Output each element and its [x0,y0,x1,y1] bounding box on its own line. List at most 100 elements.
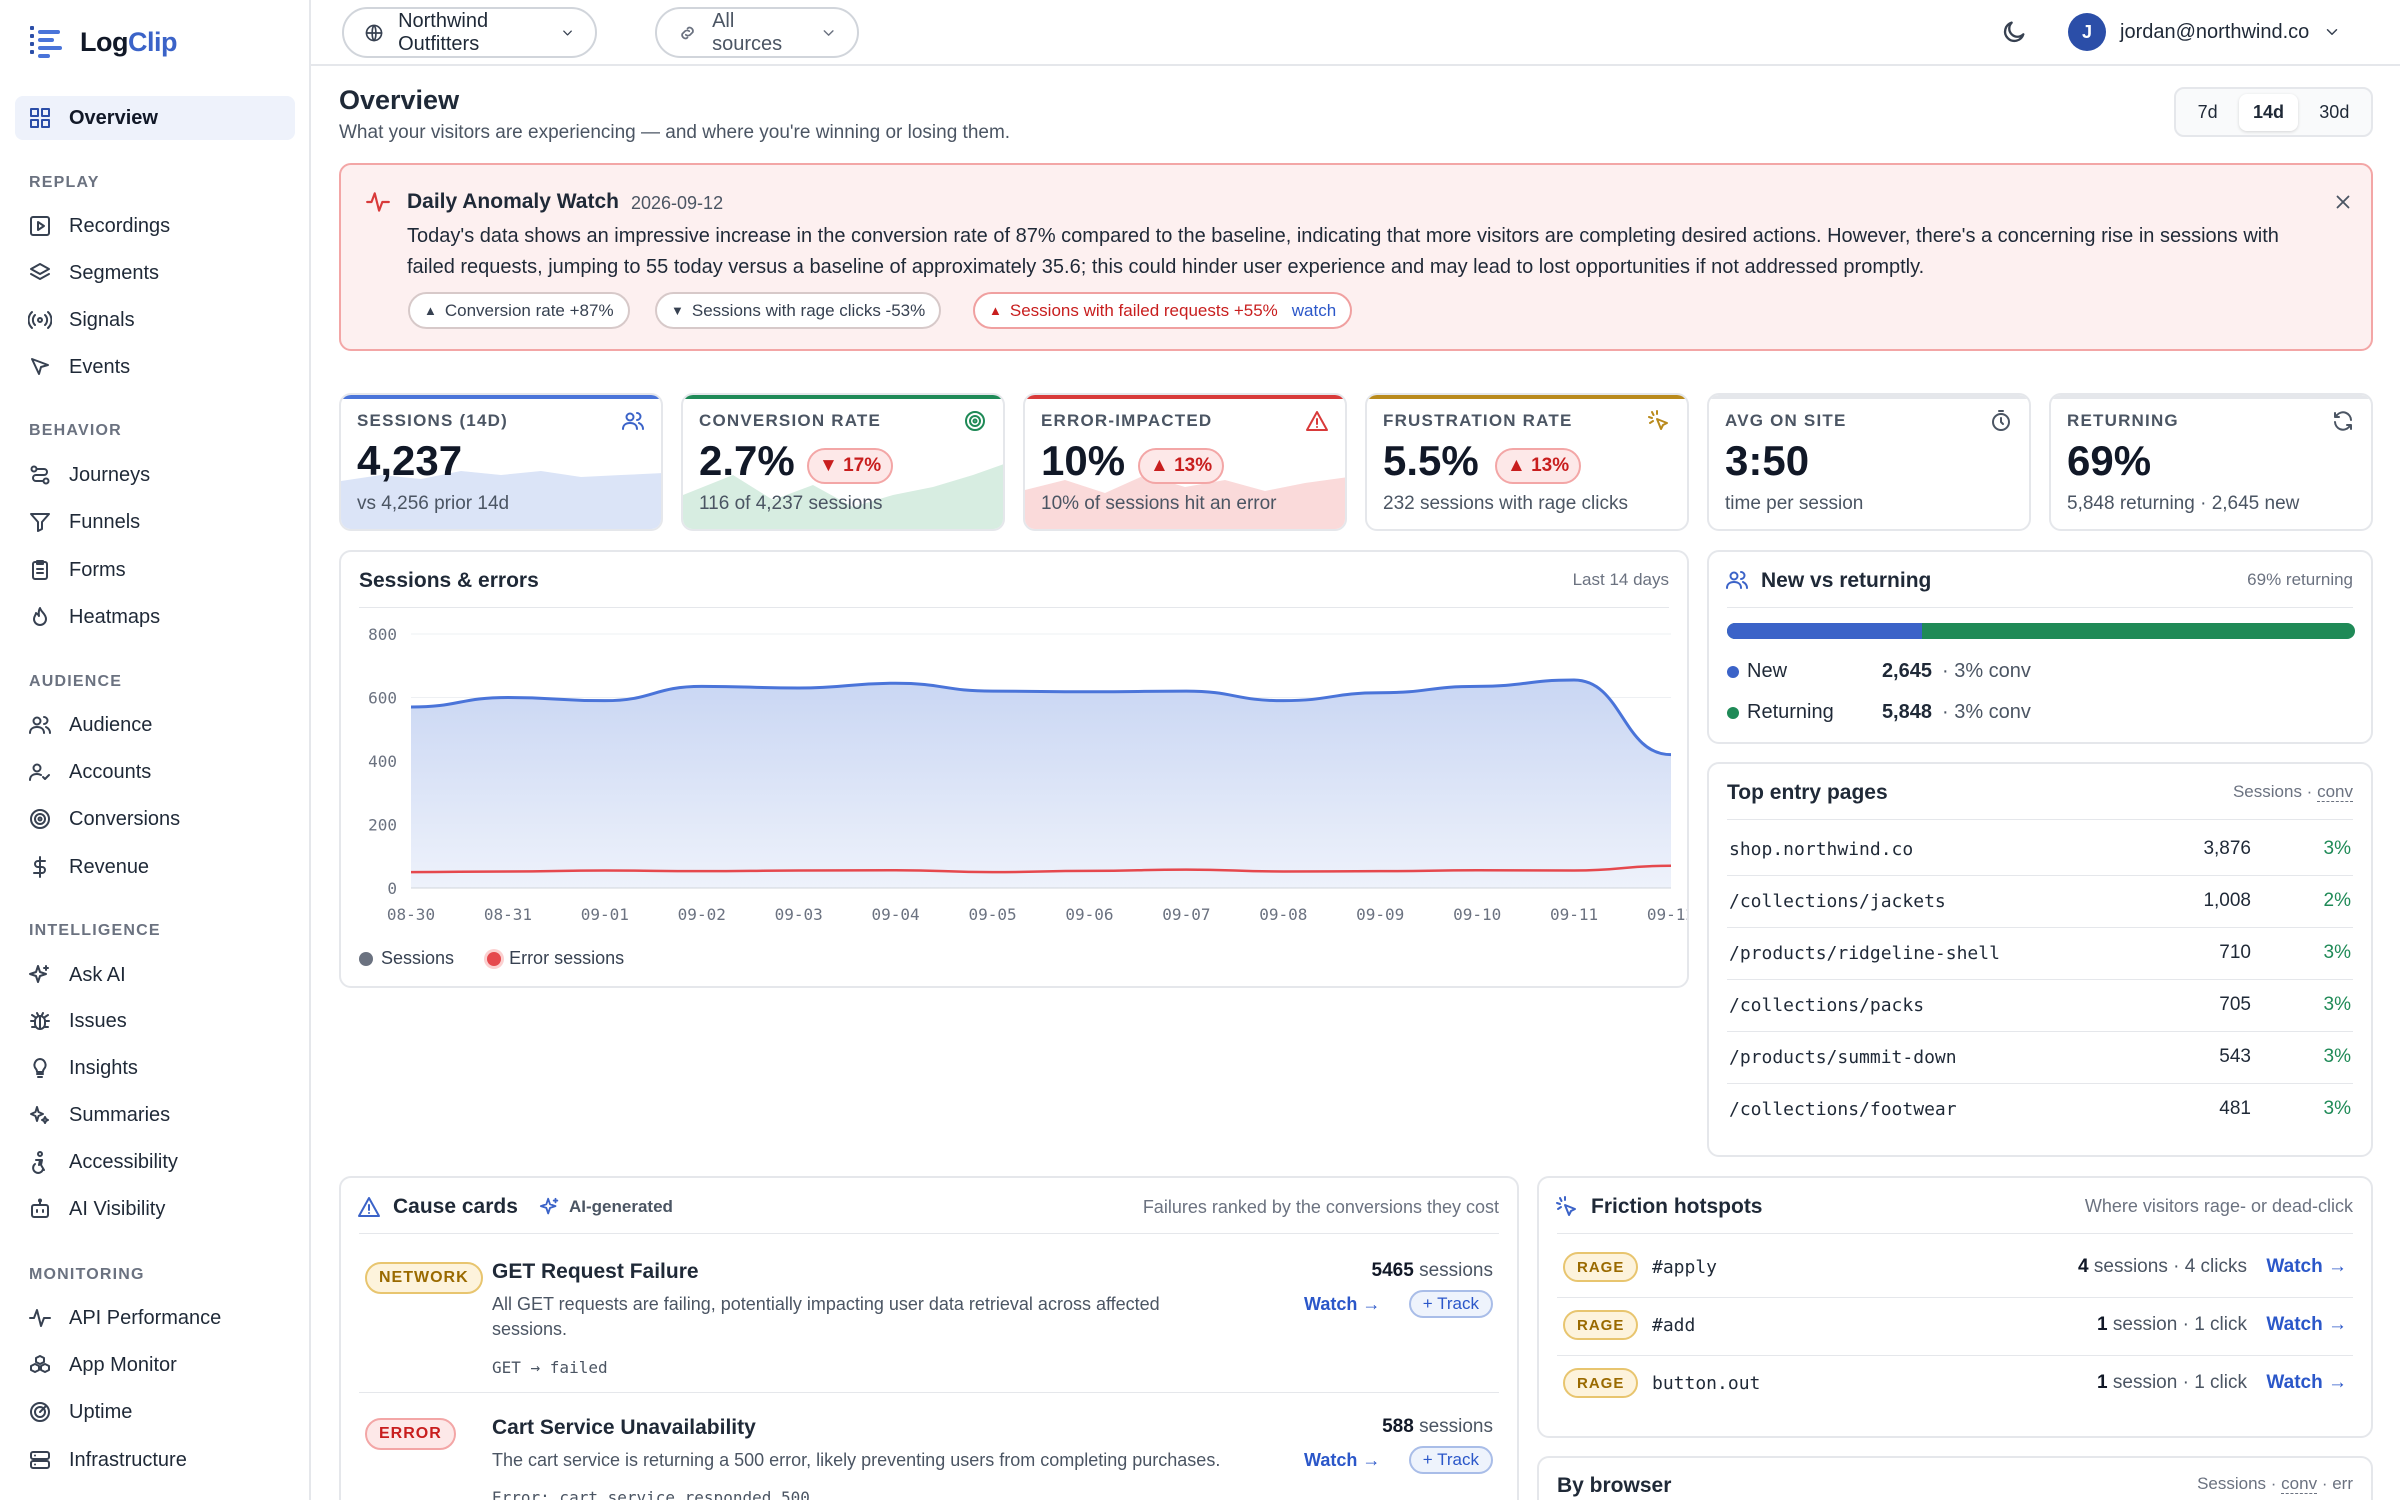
logo[interactable]: LogClip [26,22,177,62]
entry-row[interactable]: shop.northwind.co 3,876 3% [1709,824,2371,876]
user-check-icon [27,759,53,785]
nav-uptime[interactable]: Uptime [15,1390,295,1434]
org-name: Northwind Outfitters [398,9,489,55]
nav-journeys[interactable]: Journeys [15,453,295,497]
nav-recordings[interactable]: Recordings [15,204,295,248]
nav-ai-visibility[interactable]: AI Visibility [15,1187,295,1231]
friction-row[interactable]: RAGE #apply 4 sessions · 4 clicks Watch … [1539,1240,2371,1298]
range-7d[interactable]: 7d [2184,94,2232,131]
friction-row[interactable]: RAGE #add 1 session · 1 click Watch → [1539,1298,2371,1356]
chip-text: Sessions with failed requests +55% [1009,300,1278,320]
nav-accounts[interactable]: Accounts [15,750,295,794]
divider [359,607,1669,608]
org-selector[interactable]: Northwind Outfitters [342,7,597,58]
close-icon[interactable] [2332,191,2354,213]
nav-segments[interactable]: Segments [15,251,295,295]
anomaly-chip[interactable]: ▼ Sessions with rage clicks -53% [655,292,942,329]
y-tick-label: 400 [368,752,397,771]
watch-link[interactable]: Watch → [1304,1450,1380,1471]
nav-signals[interactable]: Signals [15,298,295,342]
sessions-chart[interactable]: 0 200 400 600 800 08-30 08-31 09-01 09-02 09-03 0… [341,612,1687,932]
nav-heatmaps[interactable]: Heatmaps [15,595,295,639]
track-button[interactable]: + Track [1408,1446,1493,1474]
kpi-sub: 5,848 returning · 2,645 new [2067,493,2300,514]
entry-row[interactable]: /collections/packs 705 3% [1709,980,2371,1032]
range-14d[interactable]: 14d [2238,93,2298,131]
topbar: Northwind Outfitters All sources J jorda… [311,0,2400,66]
nav-accessibility[interactable]: Accessibility [15,1140,295,1184]
nvr-label: New [1747,660,1788,682]
kpi-sub: 10% of sessions hit an error [1041,493,1277,514]
kpi-returning[interactable]: RETURNING 69% 5,848 returning · 2,645 ne… [2049,393,2373,531]
range-30d[interactable]: 30d [2305,94,2363,131]
nav-insights[interactable]: Insights [15,1046,295,1090]
user-menu[interactable]: J jordan@northwind.co [2068,13,2341,51]
entry-row[interactable]: /collections/footwear 481 3% [1709,1084,2371,1136]
nav-forms[interactable]: Forms [15,548,295,592]
watch-link[interactable]: Watch → [1304,1294,1380,1315]
nav-events[interactable]: Events [15,345,295,389]
timer-icon [1989,409,2013,438]
nav-label: Issues [69,1009,127,1032]
nav-label: API Performance [69,1306,222,1329]
watch-link[interactable]: Watch → [2266,1314,2347,1336]
nav-label: Segments [69,261,160,284]
kpi-label: ERROR-IMPACTED [1041,411,1213,430]
anomaly-chip[interactable]: ▲ Conversion rate +87% [408,292,630,329]
watch-link[interactable]: Watch → [2266,1372,2347,1394]
users-icon [27,712,53,738]
entry-conv: 3% [2323,1046,2351,1067]
friction-stats-label: sessions · 4 clicks [2093,1256,2247,1277]
nav-infrastructure[interactable]: Infrastructure [15,1438,295,1482]
watch-link[interactable]: Watch → [2266,1256,2347,1278]
nav-revenue[interactable]: Revenue [15,845,295,889]
nav-ask-ai[interactable]: Ask AI [15,953,295,997]
nav-summaries[interactable]: Summaries [15,1093,295,1137]
kpi-error-impacted[interactable]: ERROR-IMPACTED 10% ▲ 13% 10% of sessions… [1023,393,1347,531]
entry-row[interactable]: /products/summit-down 543 3% [1709,1032,2371,1084]
browser-header-sessions: Sessions · [2197,1474,2277,1493]
track-button[interactable]: + Track [1408,1290,1493,1318]
nav-label: Events [69,355,131,378]
entry-conv: 3% [2323,838,2351,859]
kpi-sessions[interactable]: SESSIONS (14D) 4,237 vs 4,256 prior 14d [339,393,663,531]
entry-path: /products/ridgeline-shell [1729,943,2000,964]
nav-conversions[interactable]: Conversions [15,797,295,841]
nav-overview[interactable]: Overview [15,96,295,140]
nav-issues[interactable]: Issues [15,999,295,1043]
entry-row[interactable]: /products/ridgeline-shell 710 3% [1709,928,2371,980]
x-tick-label: 09-06 [1065,905,1113,924]
nav-api-performance[interactable]: API Performance [15,1296,295,1340]
nav-app-monitor[interactable]: App Monitor [15,1343,295,1387]
kpi-accent [1709,395,2029,399]
kpi-accent [683,395,1003,399]
friction-tag: RAGE [1563,1368,1639,1398]
entry-sessions: 481 [2219,1098,2251,1119]
anomaly-banner: Daily Anomaly Watch 2026-09-12 Today's d… [339,163,2373,351]
browser-header-conv: conv [2281,1474,2318,1494]
kpi-frustration[interactable]: FRUSTRATION RATE 5.5% ▲ 13% 232 sessions… [1365,393,1689,531]
kpi-label: AVG ON SITE [1725,411,1847,430]
cause-desc: All GET requests are failing, potentiall… [492,1294,1160,1339]
users-icon [621,409,645,438]
theme-toggle[interactable] [2000,18,2028,51]
kpi-conversion[interactable]: CONVERSION RATE 2.7% ▼ 17% 116 of 4,237 … [681,393,1005,531]
browser-header: Sessions · conv · err [2197,1474,2353,1494]
cause-cards-card: Cause cards AI-generated Failures ranked… [339,1176,1519,1500]
entry-path: /collections/footwear [1729,1099,1957,1120]
target-icon [963,409,987,438]
section-monitoring: MONITORING [29,1266,145,1283]
friction-title: Friction hotspots [1591,1195,1763,1218]
kpi-avg-on-site[interactable]: AVG ON SITE 3:50 time per session [1707,393,2031,531]
nav-funnels[interactable]: Funnels [15,500,295,544]
cursor-icon [27,354,53,380]
anomaly-chip[interactable]: ▲ Sessions with failed requests +55% watch [973,292,1353,329]
entry-row[interactable]: /collections/jackets 1,008 2% [1709,876,2371,928]
nav-audience[interactable]: Audience [15,703,295,747]
click-icon [1647,409,1671,438]
watch-link[interactable]: watch [1292,301,1336,321]
friction-row[interactable]: RAGE button.out 1 session · 1 click Watc… [1539,1356,2371,1414]
x-tick-label: 09-10 [1453,905,1501,924]
source-selector[interactable]: All sources [655,7,859,58]
legend-dot [359,952,373,967]
